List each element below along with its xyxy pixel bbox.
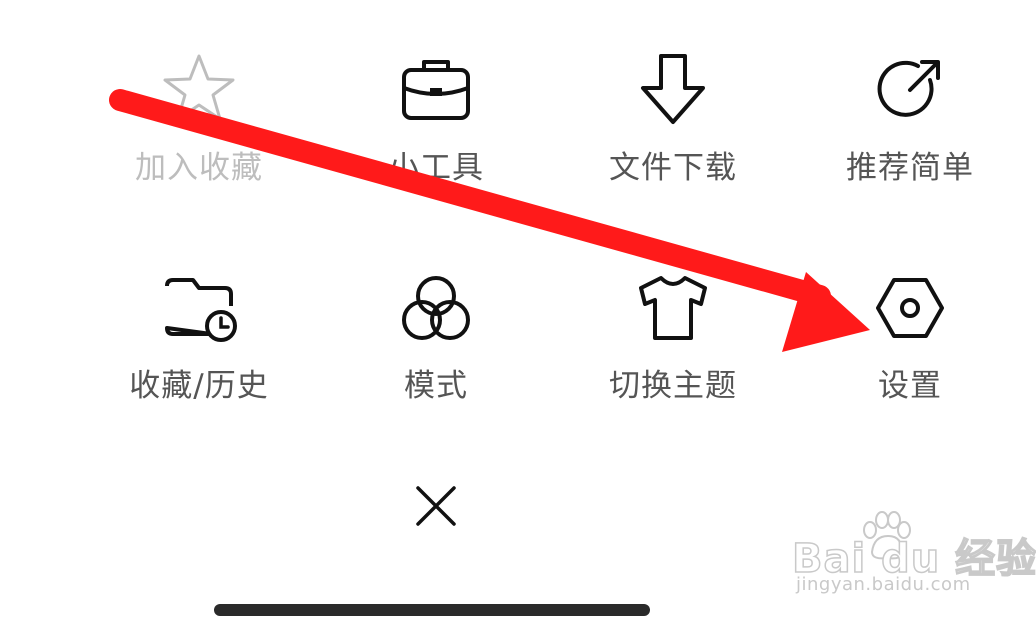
star-icon xyxy=(159,50,239,130)
download-arrow-icon xyxy=(633,50,713,130)
baidu-jingyan-watermark: Bai du 经验 jingyan.baidu.com xyxy=(788,510,1036,610)
paw-logo-icon xyxy=(863,511,911,560)
add-favorite-label: 加入收藏 xyxy=(135,150,263,186)
share-arrow-icon xyxy=(870,50,950,130)
favorites-history-label: 收藏/历史 xyxy=(129,368,269,404)
switch-theme-button[interactable]: 切换主题 xyxy=(563,268,783,428)
favorites-history-button[interactable]: 收藏/历史 xyxy=(89,268,309,428)
recommend-label: 推荐简单 xyxy=(846,150,974,186)
settings-label: 设置 xyxy=(878,368,942,404)
recommend-button[interactable]: 推荐简单 xyxy=(800,50,1020,210)
file-download-label: 文件下载 xyxy=(609,150,737,186)
mode-label: 模式 xyxy=(404,368,468,404)
tools-button[interactable]: 小工具 xyxy=(326,50,546,210)
home-indicator[interactable] xyxy=(214,604,650,616)
three-circles-icon xyxy=(396,268,476,348)
switch-theme-label: 切换主题 xyxy=(609,368,737,404)
close-icon xyxy=(416,486,456,526)
watermark-url: jingyan.baidu.com xyxy=(796,574,971,595)
hexagon-settings-icon xyxy=(870,268,950,348)
watermark-brand: Bai du 经验 xyxy=(791,535,1036,583)
add-favorite-button[interactable]: 加入收藏 xyxy=(89,50,309,210)
tshirt-icon xyxy=(633,268,713,348)
close-button[interactable] xyxy=(400,470,472,542)
mode-button[interactable]: 模式 xyxy=(326,268,546,428)
folder-clock-icon xyxy=(159,268,239,348)
more-menu-sheet: 加入收藏 小工具 文件下载 推荐简单 收藏/历史 模式 切换主题 设置 Bai … xyxy=(0,0,1036,621)
briefcase-icon xyxy=(396,50,476,130)
file-download-button[interactable]: 文件下载 xyxy=(563,50,783,210)
settings-button[interactable]: 设置 xyxy=(800,268,1020,428)
tools-label: 小工具 xyxy=(388,150,484,186)
